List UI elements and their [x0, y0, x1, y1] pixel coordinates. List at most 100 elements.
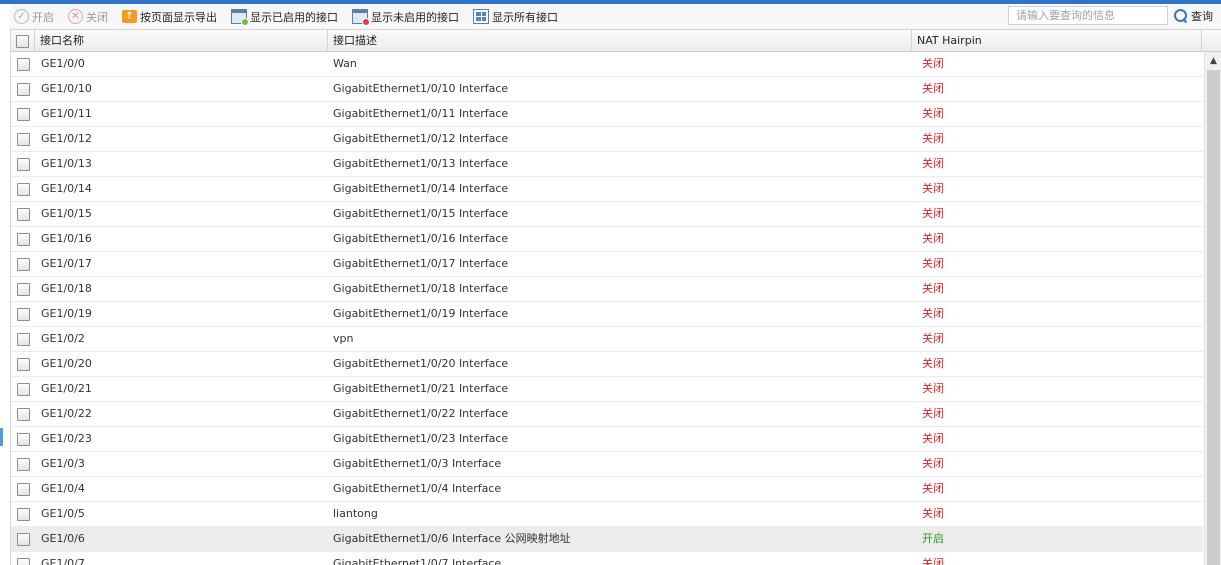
- row-select-cell: [11, 377, 35, 401]
- nat-hairpin-status[interactable]: 关闭: [912, 102, 1187, 126]
- scrollbar-thumb[interactable]: [1207, 70, 1220, 565]
- row-checkbox[interactable]: [16, 57, 30, 71]
- nat-hairpin-status[interactable]: 关闭: [912, 77, 1187, 101]
- table-row[interactable]: GE1/0/22 GigabitEthernet1/0/22 Interface 关…: [11, 402, 1203, 427]
- nat-hairpin-status[interactable]: 关闭: [912, 52, 1187, 76]
- nat-hairpin-status[interactable]: 关闭: [912, 402, 1187, 426]
- row-select-cell: [11, 52, 35, 76]
- table-row[interactable]: GE1/0/16 GigabitEthernet1/0/16 Interface 关…: [11, 227, 1203, 252]
- table-row[interactable]: GE1/0/21 GigabitEthernet1/0/21 Interface 关…: [11, 377, 1203, 402]
- interface-description-cell: vpn: [333, 332, 354, 345]
- nat-hairpin-status[interactable]: 关闭: [912, 227, 1187, 251]
- row-checkbox[interactable]: [16, 232, 30, 246]
- nat-hairpin-status[interactable]: 关闭: [912, 552, 1187, 565]
- interface-name-cell: GE1/0/6: [41, 532, 85, 545]
- table-row[interactable]: GE1/0/12 GigabitEthernet1/0/12 Interface 关…: [11, 127, 1203, 152]
- table-row[interactable]: GE1/0/15 GigabitEthernet1/0/15 Interface 关…: [11, 202, 1203, 227]
- row-checkbox[interactable]: [16, 157, 30, 171]
- row-checkbox[interactable]: [16, 257, 30, 271]
- row-select-cell: [11, 452, 35, 476]
- row-checkbox[interactable]: [16, 207, 30, 221]
- row-select-cell: [11, 252, 35, 276]
- nat-hairpin-status[interactable]: 关闭: [912, 452, 1187, 476]
- row-checkbox[interactable]: [16, 357, 30, 371]
- row-checkbox[interactable]: [16, 282, 30, 296]
- table-row[interactable]: GE1/0/17 GigabitEthernet1/0/17 Interface 关…: [11, 252, 1203, 277]
- interface-name-cell: GE1/0/10: [41, 82, 92, 95]
- row-select-cell: [11, 352, 35, 376]
- row-checkbox[interactable]: [16, 482, 30, 496]
- table-row[interactable]: GE1/0/18 GigabitEthernet1/0/18 Interface 关…: [11, 277, 1203, 302]
- row-checkbox[interactable]: [16, 332, 30, 346]
- interface-name-cell: GE1/0/15: [41, 207, 92, 220]
- table-row[interactable]: GE1/0/20 GigabitEthernet1/0/20 Interface 关…: [11, 352, 1203, 377]
- table-row[interactable]: GE1/0/7 GigabitEthernet1/0/7 Interface 关闭: [11, 552, 1203, 565]
- row-checkbox[interactable]: [16, 557, 30, 565]
- nat-hairpin-status[interactable]: 关闭: [912, 127, 1187, 151]
- table-row[interactable]: GE1/0/5 liantong 关闭: [11, 502, 1203, 527]
- interface-name-cell: GE1/0/0: [41, 57, 85, 70]
- show-disabled-button[interactable]: 显示未启用的接口: [348, 7, 463, 27]
- row-checkbox[interactable]: [16, 407, 30, 421]
- nat-hairpin-status[interactable]: 关闭: [912, 152, 1187, 176]
- nat-hairpin-status[interactable]: 关闭: [912, 427, 1187, 451]
- interface-name-cell: GE1/0/5: [41, 507, 85, 520]
- row-checkbox[interactable]: [16, 132, 30, 146]
- row-checkbox[interactable]: [16, 432, 30, 446]
- enable-button[interactable]: ✓ 开启: [10, 7, 58, 27]
- table-row[interactable]: GE1/0/3 GigabitEthernet1/0/3 Interface 关闭: [11, 452, 1203, 477]
- table-row[interactable]: GE1/0/0 Wan 关闭: [11, 52, 1203, 77]
- row-checkbox[interactable]: [16, 457, 30, 471]
- nat-hairpin-status[interactable]: 关闭: [912, 277, 1187, 301]
- table-row[interactable]: GE1/0/10 GigabitEthernet1/0/10 Interface 关…: [11, 77, 1203, 102]
- table-row[interactable]: GE1/0/13 GigabitEthernet1/0/13 Interface 关…: [11, 152, 1203, 177]
- table-row[interactable]: GE1/0/14 GigabitEthernet1/0/14 Interface 关…: [11, 177, 1203, 202]
- interface-name-cell: GE1/0/12: [41, 132, 92, 145]
- search-button[interactable]: 查询: [1174, 8, 1213, 24]
- interface-description-cell: GigabitEthernet1/0/15 Interface: [333, 207, 509, 220]
- row-checkbox[interactable]: [16, 82, 30, 96]
- scroll-up-icon[interactable]: ▲: [1205, 52, 1221, 69]
- column-header-nat-hairpin[interactable]: NAT Hairpin: [912, 30, 1202, 52]
- export-icon: ↑: [122, 10, 137, 23]
- table-row[interactable]: GE1/0/4 GigabitEthernet1/0/4 Interface 关闭: [11, 477, 1203, 502]
- nat-hairpin-status[interactable]: 关闭: [912, 352, 1187, 376]
- row-checkbox[interactable]: [16, 307, 30, 321]
- nat-hairpin-status[interactable]: 关闭: [912, 377, 1187, 401]
- nat-hairpin-status[interactable]: 关闭: [912, 177, 1187, 201]
- row-checkbox[interactable]: [16, 107, 30, 121]
- row-checkbox[interactable]: [16, 182, 30, 196]
- show-enabled-button[interactable]: 显示已启用的接口: [227, 7, 342, 27]
- search-icon: [1174, 8, 1188, 23]
- table-row[interactable]: GE1/0/2 vpn 关闭: [11, 327, 1203, 352]
- table-row[interactable]: GE1/0/11 GigabitEthernet1/0/11 Interface 关…: [11, 102, 1203, 127]
- nat-hairpin-status[interactable]: 关闭: [912, 477, 1187, 501]
- vertical-scrollbar[interactable]: ▲: [1204, 52, 1221, 565]
- column-header-description[interactable]: 接口描述: [328, 30, 912, 52]
- table-row[interactable]: GE1/0/19 GigabitEthernet1/0/19 Interface 关…: [11, 302, 1203, 327]
- select-all-checkbox[interactable]: [16, 34, 29, 48]
- row-select-cell: [11, 527, 35, 551]
- nat-hairpin-status[interactable]: 关闭: [912, 202, 1187, 226]
- row-checkbox[interactable]: [16, 532, 30, 546]
- row-checkbox[interactable]: [16, 507, 30, 521]
- enable-button-label: 开启: [32, 10, 54, 24]
- nat-hairpin-status[interactable]: 关闭: [912, 327, 1187, 351]
- interface-name-cell: GE1/0/23: [41, 432, 92, 445]
- column-header-name[interactable]: 接口名称: [35, 30, 328, 52]
- interface-name-cell: GE1/0/17: [41, 257, 92, 270]
- table-row[interactable]: GE1/0/6 GigabitEthernet1/0/6 Interface 公网…: [11, 527, 1203, 552]
- nat-hairpin-status[interactable]: 开启: [912, 527, 1187, 551]
- export-button[interactable]: ↑ 按页面显示导出: [118, 7, 221, 27]
- row-checkbox[interactable]: [16, 382, 30, 396]
- interface-name-cell: GE1/0/21: [41, 382, 92, 395]
- grid-icon: [473, 9, 489, 24]
- table-row[interactable]: GE1/0/23 GigabitEthernet1/0/23 Interface 关…: [11, 427, 1203, 452]
- show-all-button[interactable]: 显示所有接口: [469, 7, 562, 27]
- nat-hairpin-status[interactable]: 关闭: [912, 252, 1187, 276]
- nat-hairpin-status[interactable]: 关闭: [912, 302, 1187, 326]
- interface-description-cell: GigabitEthernet1/0/10 Interface: [333, 82, 509, 95]
- disable-button[interactable]: ✕ 关闭: [64, 7, 112, 27]
- search-input[interactable]: [1008, 6, 1168, 25]
- nat-hairpin-status[interactable]: 关闭: [912, 502, 1187, 526]
